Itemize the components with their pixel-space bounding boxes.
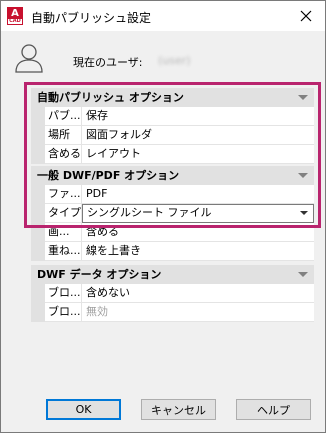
property-name: ファ... <box>45 185 82 204</box>
group-header-general[interactable]: 一般 DWF/PDF オプション <box>31 166 314 185</box>
group-header-label: DWF データ オプション <box>37 268 162 281</box>
group-autopublish-options: 自動パブリッシュ オプション パブ... 保存 場所 図面フォルダ 含める レイ… <box>31 88 314 164</box>
dropdown-arrow-icon[interactable] <box>300 211 308 215</box>
property-row[interactable]: 含める レイアウト <box>31 145 314 164</box>
group-header-label: 自動パブリッシュ オプション <box>37 91 184 104</box>
row-gutter <box>31 242 45 261</box>
property-row[interactable]: 場所 図面フォルダ <box>31 126 314 145</box>
close-button[interactable] <box>291 3 321 29</box>
user-avatar-icon <box>15 44 43 73</box>
dropdown-selected-value: シングルシート ファイル <box>87 206 212 219</box>
dialog-window: A CAD 自動パブリッシュ設定 現在のユーザ: (user) 自動パブリッシュ… <box>0 0 326 433</box>
property-value-disabled: 無効 <box>82 303 314 322</box>
current-user-row: 現在のユーザ: (user) <box>13 41 313 73</box>
property-row[interactable]: ファ... PDF <box>31 185 314 204</box>
collapse-chevron-icon[interactable] <box>298 95 308 100</box>
current-user-label: 現在のユーザ: <box>73 56 143 69</box>
property-row[interactable]: 画... 含める <box>31 223 314 242</box>
property-name: ブロ... <box>45 303 82 322</box>
property-row[interactable]: 重ね... 線を上書き <box>31 242 314 261</box>
group-header-dwf-data[interactable]: DWF データ オプション <box>31 265 314 284</box>
property-value[interactable]: レイアウト <box>82 145 314 164</box>
row-gutter <box>31 145 45 164</box>
property-value[interactable]: PDF <box>82 185 314 204</box>
close-icon <box>300 10 312 22</box>
row-gutter <box>31 204 45 223</box>
group-header-label: 一般 DWF/PDF オプション <box>37 169 180 182</box>
collapse-chevron-icon[interactable] <box>298 173 308 178</box>
property-row[interactable]: ブロ... 含めない <box>31 284 314 303</box>
row-gutter <box>31 303 45 322</box>
app-icon-sub: CAD <box>8 18 22 24</box>
property-name: ブロ... <box>45 284 82 303</box>
current-user-name: (user) <box>158 54 191 67</box>
property-value[interactable]: 含める <box>82 223 314 242</box>
property-row: ブロ... 無効 <box>31 303 314 322</box>
property-value[interactable]: 保存 <box>82 107 314 126</box>
cancel-button[interactable]: キャンセル <box>141 399 216 420</box>
row-gutter <box>31 185 45 204</box>
row-gutter <box>31 126 45 145</box>
ok-button[interactable]: OK <box>46 399 121 420</box>
help-button[interactable]: ヘルプ <box>236 399 311 420</box>
property-name: 場所 <box>45 126 82 145</box>
group-dwf-data-options: DWF データ オプション ブロ... 含めない ブロ... 無効 <box>31 265 314 322</box>
row-gutter <box>31 223 45 242</box>
property-value[interactable]: 図面フォルダ <box>82 126 314 145</box>
property-value[interactable]: 線を上書き <box>82 242 314 261</box>
collapse-chevron-icon[interactable] <box>298 272 308 277</box>
type-dropdown[interactable]: シングルシート ファイル <box>82 204 314 223</box>
property-name: 含める <box>45 145 82 164</box>
title-bar: A CAD 自動パブリッシュ設定 <box>1 1 325 31</box>
property-row[interactable]: タイプ シングルシート ファイル <box>31 204 314 223</box>
property-name: パブ... <box>45 107 82 126</box>
group-general-dwf-pdf-options: 一般 DWF/PDF オプション ファ... PDF タイプ シングルシート フ… <box>31 166 314 261</box>
property-name: 画... <box>45 223 82 242</box>
group-header-autopublish[interactable]: 自動パブリッシュ オプション <box>31 88 314 107</box>
dialog-button-bar: OK キャンセル ヘルプ <box>1 399 326 421</box>
property-value[interactable]: 含めない <box>82 284 314 303</box>
property-name: 重ね... <box>45 242 82 261</box>
row-gutter <box>31 107 45 126</box>
autocad-app-icon: A CAD <box>7 7 23 25</box>
window-title: 自動パブリッシュ設定 <box>31 11 152 25</box>
property-name: タイプ <box>45 204 82 223</box>
property-row[interactable]: パブ... 保存 <box>31 107 314 126</box>
row-gutter <box>31 284 45 303</box>
